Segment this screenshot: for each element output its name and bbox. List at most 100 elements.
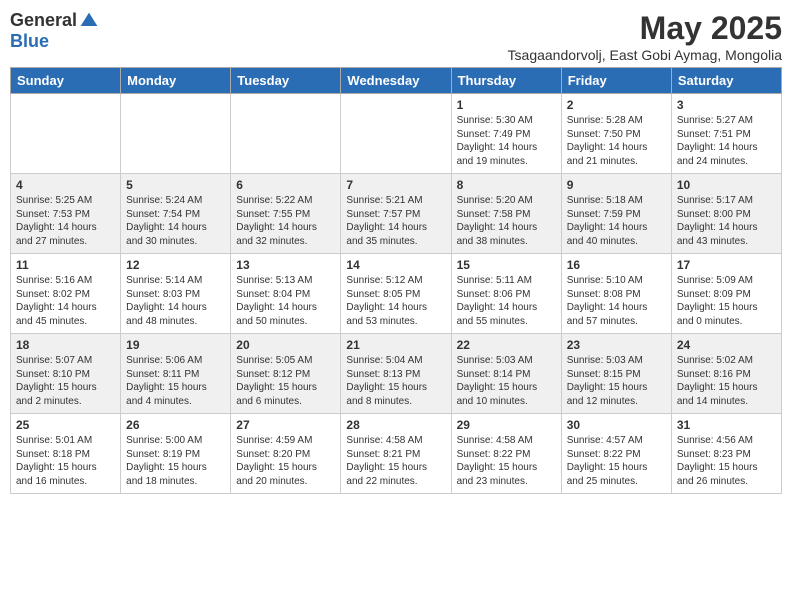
day-number: 1 (457, 98, 556, 112)
day-info: Sunrise: 5:06 AM Sunset: 8:11 PM Dayligh… (126, 354, 225, 408)
day-info: Sunrise: 5:03 AM Sunset: 8:14 PM Dayligh… (457, 354, 556, 408)
day-cell-24: 24 Sunrise: 5:02 AM Sunset: 8:16 PM Dayli… (671, 334, 781, 414)
day-cell-2: 2 Sunrise: 5:28 AM Sunset: 7:50 PM Daylig… (561, 94, 671, 174)
day-info: Sunrise: 5:28 AM Sunset: 7:50 PM Dayligh… (567, 114, 666, 168)
week-row-1: 1 Sunrise: 5:30 AM Sunset: 7:49 PM Daylig… (11, 94, 782, 174)
day-number: 28 (346, 418, 445, 432)
day-number: 13 (236, 258, 335, 272)
day-number: 24 (677, 338, 776, 352)
day-cell-16: 16Sunrise: 5:10 AM Sunset: 8:08 PM Dayli… (561, 254, 671, 334)
day-info: Sunrise: 4:59 AM Sunset: 8:20 PM Dayligh… (236, 434, 335, 488)
day-info: Sunrise: 5:30 AM Sunset: 7:49 PM Dayligh… (457, 114, 556, 168)
day-number: 20 (236, 338, 335, 352)
day-number: 21 (346, 338, 445, 352)
day-cell-28: 28 Sunrise: 4:58 AM Sunset: 8:21 PM Dayli… (341, 414, 451, 494)
day-info: Sunrise: 5:22 AM Sunset: 7:55 PM Dayligh… (236, 194, 335, 248)
col-header-saturday: Saturday (671, 68, 781, 94)
logo-icon (79, 11, 99, 31)
day-number: 9 (567, 178, 666, 192)
day-info: Sunrise: 4:56 AM Sunset: 8:23 PM Dayligh… (677, 434, 776, 488)
day-info: Sunrise: 5:02 AM Sunset: 8:16 PM Dayligh… (677, 354, 776, 408)
day-info: Sunrise: 4:58 AM Sunset: 8:21 PM Dayligh… (346, 434, 445, 488)
day-info: Sunrise: 5:04 AM Sunset: 8:13 PM Dayligh… (346, 354, 445, 408)
day-cell-11: 11 Sunrise: 5:16 AM Sunset: 8:02 PM Dayli… (11, 254, 121, 334)
day-info: Sunrise: 5:16 AM Sunset: 8:02 PM Dayligh… (16, 274, 115, 328)
day-number: 12 (126, 258, 225, 272)
day-cell-19: 19Sunrise: 5:06 AM Sunset: 8:11 PM Dayli… (121, 334, 231, 414)
day-number: 11 (16, 258, 115, 272)
day-cell-4: 4Sunrise: 5:25 AM Sunset: 7:53 PM Daylig… (11, 174, 121, 254)
day-cell-12: 12 Sunrise: 5:14 AM Sunset: 8:03 PM Dayli… (121, 254, 231, 334)
logo-general: General (10, 10, 77, 31)
day-info: Sunrise: 5:17 AM Sunset: 8:00 PM Dayligh… (677, 194, 776, 248)
day-number: 18 (16, 338, 115, 352)
day-info: Sunrise: 4:57 AM Sunset: 8:22 PM Dayligh… (567, 434, 666, 488)
day-info: Sunrise: 5:21 AM Sunset: 7:57 PM Dayligh… (346, 194, 445, 248)
col-header-thursday: Thursday (451, 68, 561, 94)
col-header-wednesday: Wednesday (341, 68, 451, 94)
day-cell-5: 5 Sunrise: 5:24 AM Sunset: 7:54 PM Daylig… (121, 174, 231, 254)
day-number: 7 (346, 178, 445, 192)
col-header-friday: Friday (561, 68, 671, 94)
day-info: Sunrise: 4:58 AM Sunset: 8:22 PM Dayligh… (457, 434, 556, 488)
title-block: May 2025 Tsagaandorvolj, East Gobi Aymag… (508, 10, 782, 63)
day-number: 16 (567, 258, 666, 272)
day-info: Sunrise: 5:18 AM Sunset: 7:59 PM Dayligh… (567, 194, 666, 248)
day-info: Sunrise: 5:03 AM Sunset: 8:15 PM Dayligh… (567, 354, 666, 408)
empty-cell (341, 94, 451, 174)
day-number: 27 (236, 418, 335, 432)
day-number: 2 (567, 98, 666, 112)
day-info: Sunrise: 5:09 AM Sunset: 8:09 PM Dayligh… (677, 274, 776, 328)
day-cell-6: 6 Sunrise: 5:22 AM Sunset: 7:55 PM Daylig… (231, 174, 341, 254)
header-row: SundayMondayTuesdayWednesdayThursdayFrid… (11, 68, 782, 94)
day-cell-17: 17 Sunrise: 5:09 AM Sunset: 8:09 PM Dayli… (671, 254, 781, 334)
week-row-3: 11 Sunrise: 5:16 AM Sunset: 8:02 PM Dayli… (11, 254, 782, 334)
day-number: 10 (677, 178, 776, 192)
day-number: 3 (677, 98, 776, 112)
day-cell-9: 9 Sunrise: 5:18 AM Sunset: 7:59 PM Daylig… (561, 174, 671, 254)
location-subtitle: Tsagaandorvolj, East Gobi Aymag, Mongoli… (508, 47, 782, 63)
day-cell-23: 23 Sunrise: 5:03 AM Sunset: 8:15 PM Dayli… (561, 334, 671, 414)
day-cell-25: 25Sunrise: 5:01 AM Sunset: 8:18 PM Dayli… (11, 414, 121, 494)
day-info: Sunrise: 5:14 AM Sunset: 8:03 PM Dayligh… (126, 274, 225, 328)
day-cell-14: 14Sunrise: 5:12 AM Sunset: 8:05 PM Dayli… (341, 254, 451, 334)
day-info: Sunrise: 5:13 AM Sunset: 8:04 PM Dayligh… (236, 274, 335, 328)
day-number: 4 (16, 178, 115, 192)
day-cell-8: 8Sunrise: 5:20 AM Sunset: 7:58 PM Daylig… (451, 174, 561, 254)
week-row-5: 25Sunrise: 5:01 AM Sunset: 8:18 PM Dayli… (11, 414, 782, 494)
day-info: Sunrise: 5:24 AM Sunset: 7:54 PM Dayligh… (126, 194, 225, 248)
day-info: Sunrise: 5:20 AM Sunset: 7:58 PM Dayligh… (457, 194, 556, 248)
day-number: 17 (677, 258, 776, 272)
page-header: General Blue May 2025 Tsagaandorvolj, Ea… (10, 10, 782, 63)
day-info: Sunrise: 5:01 AM Sunset: 8:18 PM Dayligh… (16, 434, 115, 488)
empty-cell (11, 94, 121, 174)
day-cell-3: 3 Sunrise: 5:27 AM Sunset: 7:51 PM Daylig… (671, 94, 781, 174)
col-header-monday: Monday (121, 68, 231, 94)
day-cell-10: 10 Sunrise: 5:17 AM Sunset: 8:00 PM Dayli… (671, 174, 781, 254)
empty-cell (231, 94, 341, 174)
day-info: Sunrise: 5:05 AM Sunset: 8:12 PM Dayligh… (236, 354, 335, 408)
day-number: 30 (567, 418, 666, 432)
day-cell-7: 7 Sunrise: 5:21 AM Sunset: 7:57 PM Daylig… (341, 174, 451, 254)
logo: General Blue (10, 10, 99, 52)
day-number: 14 (346, 258, 445, 272)
logo-blue: Blue (10, 31, 49, 52)
day-number: 15 (457, 258, 556, 272)
empty-cell (121, 94, 231, 174)
day-cell-29: 29Sunrise: 4:58 AM Sunset: 8:22 PM Dayli… (451, 414, 561, 494)
day-info: Sunrise: 5:27 AM Sunset: 7:51 PM Dayligh… (677, 114, 776, 168)
col-header-sunday: Sunday (11, 68, 121, 94)
day-cell-31: 31Sunrise: 4:56 AM Sunset: 8:23 PM Dayli… (671, 414, 781, 494)
day-number: 6 (236, 178, 335, 192)
day-cell-13: 13 Sunrise: 5:13 AM Sunset: 8:04 PM Dayli… (231, 254, 341, 334)
day-cell-20: 20 Sunrise: 5:05 AM Sunset: 8:12 PM Dayli… (231, 334, 341, 414)
day-number: 23 (567, 338, 666, 352)
week-row-4: 18Sunrise: 5:07 AM Sunset: 8:10 PM Dayli… (11, 334, 782, 414)
calendar-table: SundayMondayTuesdayWednesdayThursdayFrid… (10, 67, 782, 494)
day-cell-18: 18Sunrise: 5:07 AM Sunset: 8:10 PM Dayli… (11, 334, 121, 414)
day-number: 5 (126, 178, 225, 192)
day-info: Sunrise: 5:11 AM Sunset: 8:06 PM Dayligh… (457, 274, 556, 328)
day-cell-22: 22Sunrise: 5:03 AM Sunset: 8:14 PM Dayli… (451, 334, 561, 414)
day-cell-27: 27 Sunrise: 4:59 AM Sunset: 8:20 PM Dayli… (231, 414, 341, 494)
day-cell-21: 21 Sunrise: 5:04 AM Sunset: 8:13 PM Dayli… (341, 334, 451, 414)
